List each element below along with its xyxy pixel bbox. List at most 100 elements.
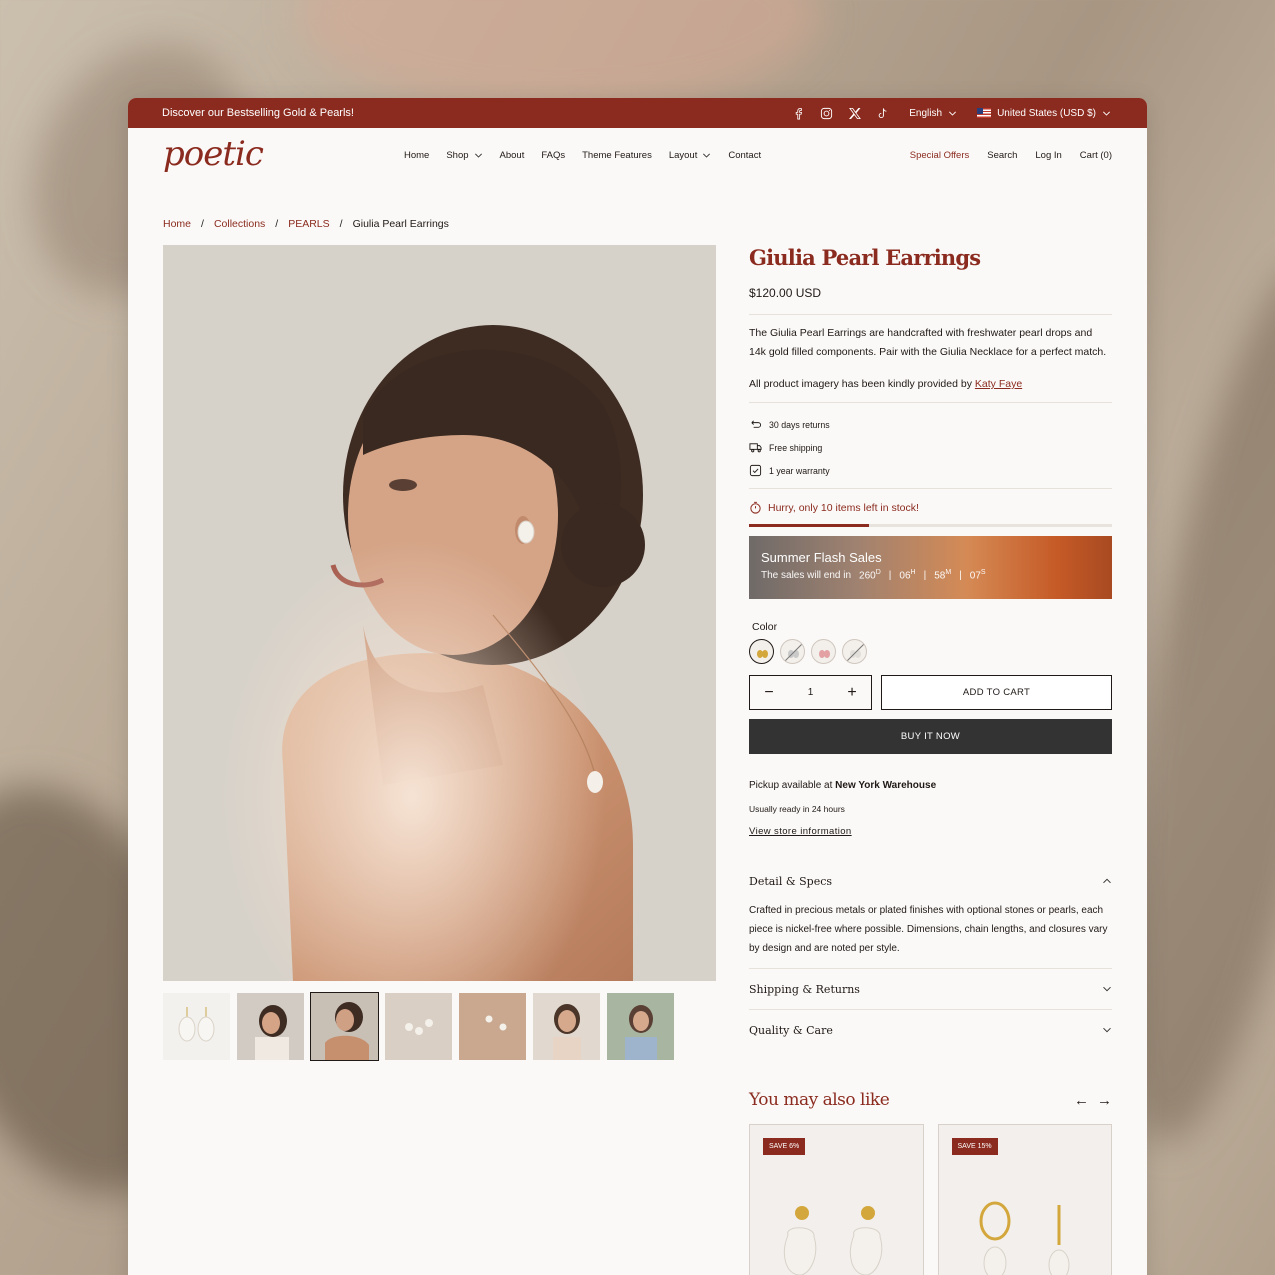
nav-shop[interactable]: Shop — [446, 150, 482, 161]
buy-now-button[interactable]: BUY IT NOW — [749, 719, 1112, 754]
nav-faqs[interactable]: FAQs — [541, 150, 565, 161]
countdown-separator: | — [888, 570, 892, 582]
cart-link[interactable]: Cart (0) — [1080, 150, 1112, 161]
product-description: The Giulia Pearl Earrings are handcrafte… — [749, 327, 1107, 358]
thumbnail[interactable] — [385, 993, 452, 1060]
perk-shipping-label: Free shipping — [769, 442, 823, 453]
nav-layout[interactable]: Layout — [669, 150, 712, 161]
color-swatches — [749, 639, 1112, 664]
header-actions: Special Offers Search Log In Cart (0) — [910, 150, 1112, 161]
color-label: Color — [752, 621, 778, 633]
perk-warranty: 1 year warranty — [749, 459, 1112, 482]
language-selector[interactable]: English — [909, 108, 957, 119]
nav-layout-label: Layout — [668, 150, 698, 161]
x-twitter-icon[interactable] — [847, 106, 861, 120]
product-title: Giulia Pearl Earrings — [749, 245, 981, 270]
chevron-down-icon — [1103, 986, 1111, 992]
countdown-seconds: 07S — [970, 569, 986, 581]
breadcrumb-home[interactable]: Home — [163, 218, 191, 230]
arrow-left-icon[interactable]: ← — [1074, 1092, 1089, 1109]
instagram-icon[interactable] — [819, 106, 833, 120]
thumbnail[interactable] — [459, 993, 526, 1060]
special-offers-link[interactable]: Special Offers — [910, 150, 970, 161]
accordion-header[interactable]: Quality & Care — [749, 1010, 1112, 1050]
announcement-text: Discover our Bestselling Gold & Pearls! — [162, 107, 354, 119]
perk-warranty-label: 1 year warranty — [769, 465, 830, 476]
countdown-days-unit: D — [875, 569, 881, 576]
thumbnail[interactable] — [607, 993, 674, 1060]
return-arrow-icon — [751, 420, 762, 428]
chevron-up-icon — [1103, 878, 1111, 884]
quantity-stepper: − 1 + — [749, 675, 872, 710]
flash-sale-subtitle: The sales will end in — [761, 570, 852, 582]
pickup-prefix: Pickup available at — [749, 780, 833, 791]
accordion-quality-care: Quality & Care — [749, 1010, 1112, 1050]
product-card[interactable]: SAVE 6% — [749, 1124, 924, 1275]
quantity-increase-button[interactable]: + — [845, 684, 859, 702]
swatch-gold[interactable] — [749, 639, 774, 664]
tiktok-icon[interactable] — [875, 106, 889, 120]
arrow-right-icon[interactable]: → — [1097, 1092, 1112, 1109]
quantity-value[interactable]: 1 — [808, 687, 814, 698]
chevron-down-icon — [1103, 111, 1110, 116]
nav-shop-label: Shop — [446, 150, 469, 161]
breadcrumb-pearls[interactable]: PEARLS — [288, 218, 329, 230]
perk-shipping: Free shipping — [749, 436, 1112, 459]
region-selector[interactable]: United States (USD $) — [977, 108, 1111, 119]
purchase-row: − 1 + ADD TO CART — [749, 675, 1112, 710]
quantity-decrease-button[interactable]: − — [762, 684, 776, 702]
related-products: SAVE 6% SAVE 15% — [749, 1124, 1112, 1275]
breadcrumb: Home / Collections / PEARLS / Giulia Pea… — [163, 218, 449, 230]
accordion-title: Shipping & Returns — [749, 982, 860, 996]
countdown-minutes-unit: M — [945, 569, 952, 576]
language-label: English — [909, 107, 943, 119]
stock-bar — [749, 524, 1112, 527]
product-card[interactable]: SAVE 15% — [937, 1124, 1112, 1275]
countdown-hours: 06H — [899, 569, 915, 581]
view-store-link[interactable]: View store information — [749, 826, 852, 837]
site-logo[interactable]: poetic — [163, 134, 264, 174]
main-nav: Home Shop About FAQs Theme Features Layo… — [404, 150, 761, 161]
check-box-icon — [749, 464, 762, 477]
image-credit-link[interactable]: Katy Faye — [975, 378, 1022, 390]
thumbnail[interactable] — [310, 992, 379, 1061]
site-header: poetic Home Shop About FAQs Theme Featur… — [128, 128, 1147, 186]
thumbnail[interactable] — [163, 993, 230, 1060]
thumbnail-strip — [163, 992, 674, 1061]
model-photo — [163, 245, 716, 981]
product-info: Giulia Pearl Earrings $120.00 USD The Gi… — [749, 245, 1112, 1275]
search-link[interactable]: Search — [987, 150, 1017, 161]
accordion-header[interactable]: Detail & Specs — [749, 861, 1112, 901]
breadcrumb-collections[interactable]: Collections — [214, 218, 265, 230]
truck-icon — [749, 443, 762, 453]
flash-sale-countdown: The sales will end in 260D | 06H | 58M |… — [761, 569, 1100, 581]
countdown-days-value: 260 — [859, 570, 876, 582]
divider — [749, 314, 1112, 315]
thumbnail[interactable] — [237, 993, 304, 1060]
nav-theme-features[interactable]: Theme Features — [582, 150, 652, 161]
accordion-title: Detail & Specs — [749, 874, 833, 888]
swatch-rose[interactable] — [811, 639, 836, 664]
background-skin — [300, 0, 820, 110]
countdown-seconds-unit: S — [980, 569, 986, 576]
swatch-white[interactable] — [842, 639, 867, 664]
countdown-minutes: 58M — [934, 569, 951, 581]
swatch-silver[interactable] — [780, 639, 805, 664]
related-header: You may also like ← → — [749, 1090, 1112, 1110]
nav-about[interactable]: About — [500, 150, 525, 161]
product-main-image[interactable] — [163, 245, 716, 981]
accordion-header[interactable]: Shipping & Returns — [749, 969, 1112, 1009]
facebook-icon[interactable] — [791, 106, 805, 120]
countdown-separator: | — [959, 570, 962, 582]
nav-contact[interactable]: Contact — [728, 150, 761, 161]
accordion-title: Quality & Care — [749, 1023, 833, 1037]
login-link[interactable]: Log In — [1035, 150, 1061, 161]
stock-alert: Hurry, only 10 items left in stock! — [749, 501, 1112, 514]
nav-home[interactable]: Home — [404, 150, 429, 161]
image-credit-text: All product imagery has been kindly prov… — [749, 378, 972, 390]
countdown-days: 260D — [859, 569, 881, 581]
thumbnail[interactable] — [533, 993, 600, 1060]
stock-bar-fill — [749, 524, 869, 527]
add-to-cart-button[interactable]: ADD TO CART — [881, 675, 1112, 710]
countdown-separator: | — [923, 570, 927, 582]
